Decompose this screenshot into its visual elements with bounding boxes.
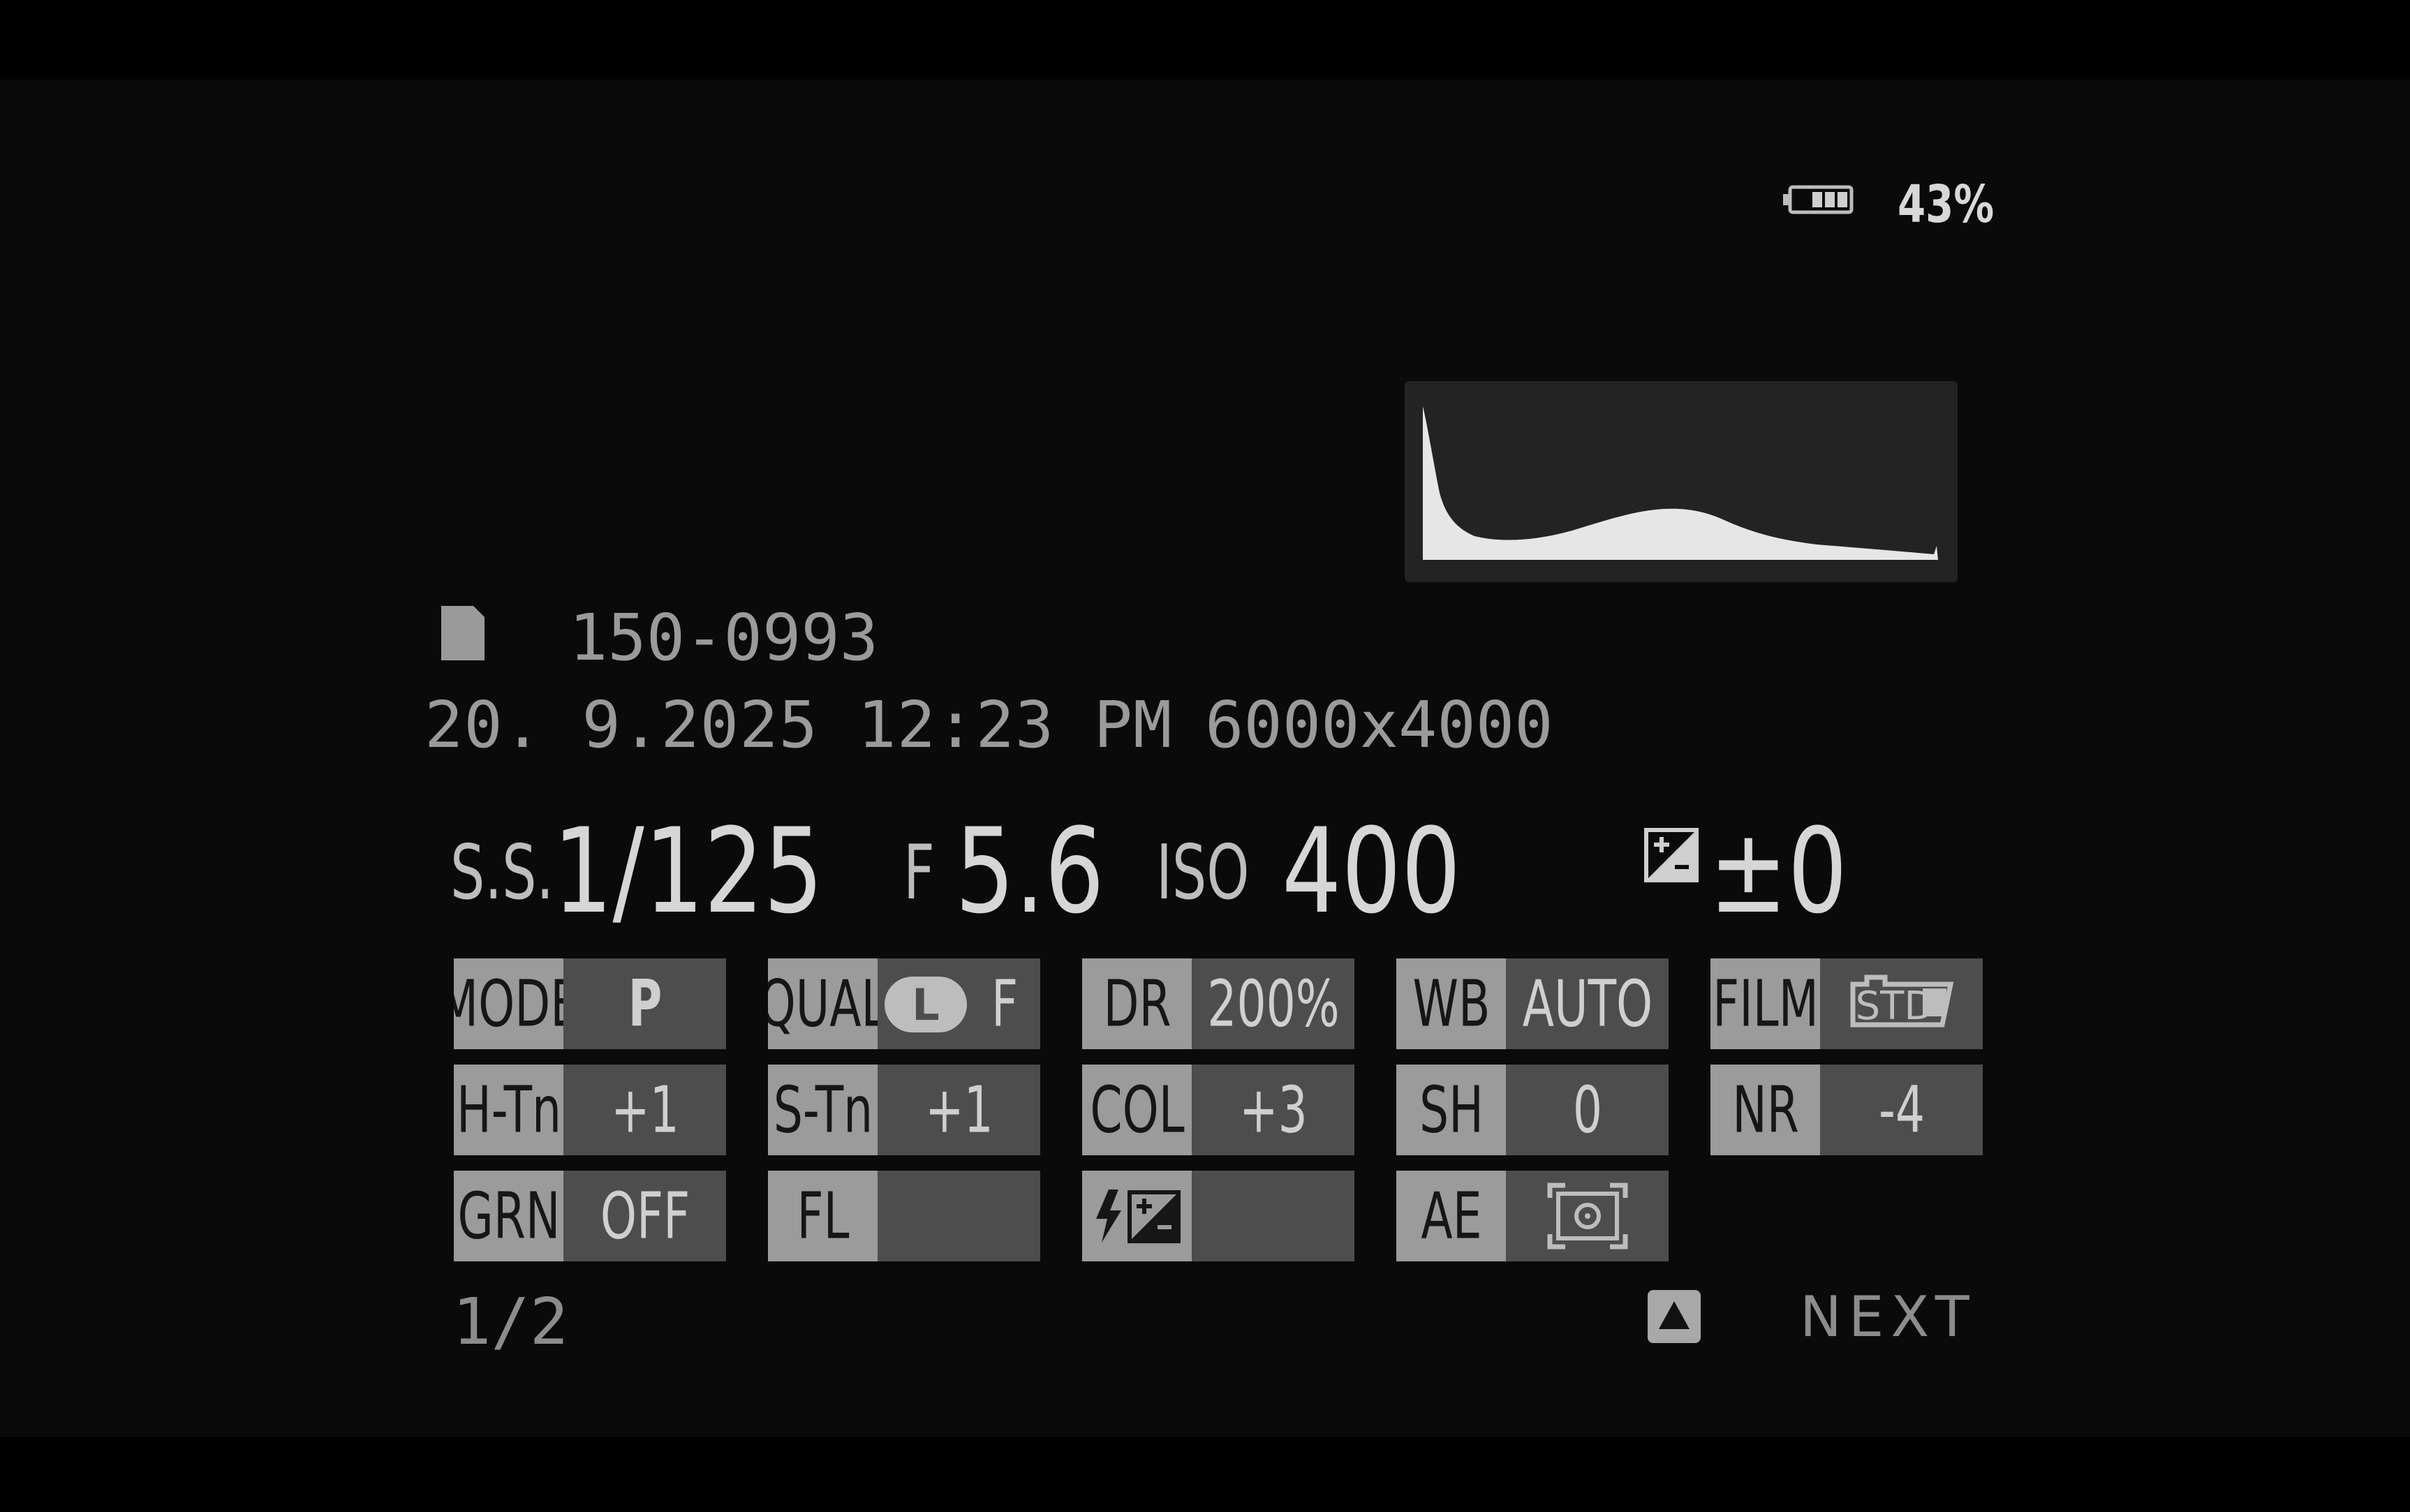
up-button[interactable] — [1648, 1290, 1701, 1343]
setting-mode-value: P — [628, 966, 662, 1042]
setting-nr-label: NR — [1731, 1072, 1799, 1148]
image-size: 6000x4000 — [1205, 688, 1553, 762]
setting-quality: QUAL L F — [768, 958, 1040, 1049]
next-label[interactable]: NEXT — [1800, 1284, 1976, 1349]
shutter-speed-label: S.S. — [450, 829, 554, 917]
battery-percent: 43% — [1898, 175, 1995, 235]
setting-ae-label: AE — [1420, 1178, 1482, 1254]
sd-card-icon — [441, 606, 485, 660]
iso-label: ISO — [1156, 829, 1250, 917]
triangle-up-icon — [1659, 1301, 1690, 1329]
setting-sh-label: SH — [1419, 1072, 1484, 1148]
exposure-compensation-icon — [1644, 828, 1699, 882]
setting-htn-label: H-Tn — [456, 1072, 561, 1148]
setting-quality-value: F — [991, 966, 1018, 1042]
setting-film-value: STD — [1855, 984, 1934, 1029]
setting-film-simulation: FILM STD — [1710, 958, 1983, 1049]
setting-dr-label: DR — [1102, 966, 1171, 1042]
setting-ae-metering: AE — [1396, 1171, 1669, 1261]
aperture-value: 5.6 — [955, 803, 1104, 940]
setting-noise-reduction: NR -4 — [1710, 1065, 1983, 1155]
setting-col-value: +3 — [1239, 1072, 1308, 1148]
setting-wb-label: WB — [1412, 966, 1490, 1042]
histogram — [1405, 381, 1958, 582]
large-size-icon: L — [885, 977, 967, 1032]
setting-stn-label: S-Tn — [773, 1072, 873, 1148]
setting-dr-value: 200% — [1206, 966, 1340, 1042]
setting-grn-label: GRN — [457, 1178, 560, 1254]
exposure-compensation-value: ±0 — [1709, 803, 1848, 940]
setting-sh-value: 0 — [1572, 1072, 1602, 1148]
iso-value: 400 — [1282, 803, 1461, 940]
setting-mode: MODE P — [454, 958, 726, 1049]
setting-dynamic-range: DR 200% — [1082, 958, 1354, 1049]
flash-compensation-icon — [1095, 1189, 1181, 1243]
setting-col-label: COL — [1089, 1072, 1185, 1148]
setting-mode-label: MODE — [454, 966, 563, 1042]
battery-icon — [1783, 185, 1854, 214]
histogram-graph — [1423, 406, 1938, 560]
aperture-label: F — [903, 829, 935, 917]
setting-fl-label: FL — [796, 1178, 850, 1254]
setting-htn-value: +1 — [610, 1072, 679, 1148]
setting-film-label: FILM — [1712, 966, 1819, 1042]
setting-grain: GRN OFF — [454, 1171, 726, 1261]
multi-metering-icon — [1547, 1183, 1627, 1250]
setting-shadow-tone: S-Tn +1 — [768, 1065, 1040, 1155]
setting-stn-value: +1 — [924, 1072, 993, 1148]
page-indicator: 1/2 — [452, 1284, 569, 1359]
shutter-speed-value: 1/125 — [553, 803, 824, 940]
film-simulation-std-icon: STD — [1850, 974, 1953, 1029]
setting-white-balance: WB AUTO — [1396, 958, 1669, 1049]
large-size-letter: L — [912, 979, 940, 1030]
setting-color: COL +3 — [1082, 1065, 1354, 1155]
setting-flash-compensation — [1082, 1171, 1354, 1261]
capture-datetime: 20. 9.2025 12:23 PM — [424, 688, 1173, 762]
setting-filter: FL — [768, 1171, 1040, 1261]
setting-quality-label: QUAL — [768, 966, 878, 1042]
setting-grn-value: OFF — [600, 1178, 690, 1254]
setting-nr-value: -4 — [1878, 1072, 1925, 1148]
setting-highlight-tone: H-Tn +1 — [454, 1065, 726, 1155]
setting-sharpness: SH 0 — [1396, 1065, 1669, 1155]
setting-wb-value: AUTO — [1522, 966, 1653, 1042]
file-number: 150-0993 — [569, 600, 879, 675]
